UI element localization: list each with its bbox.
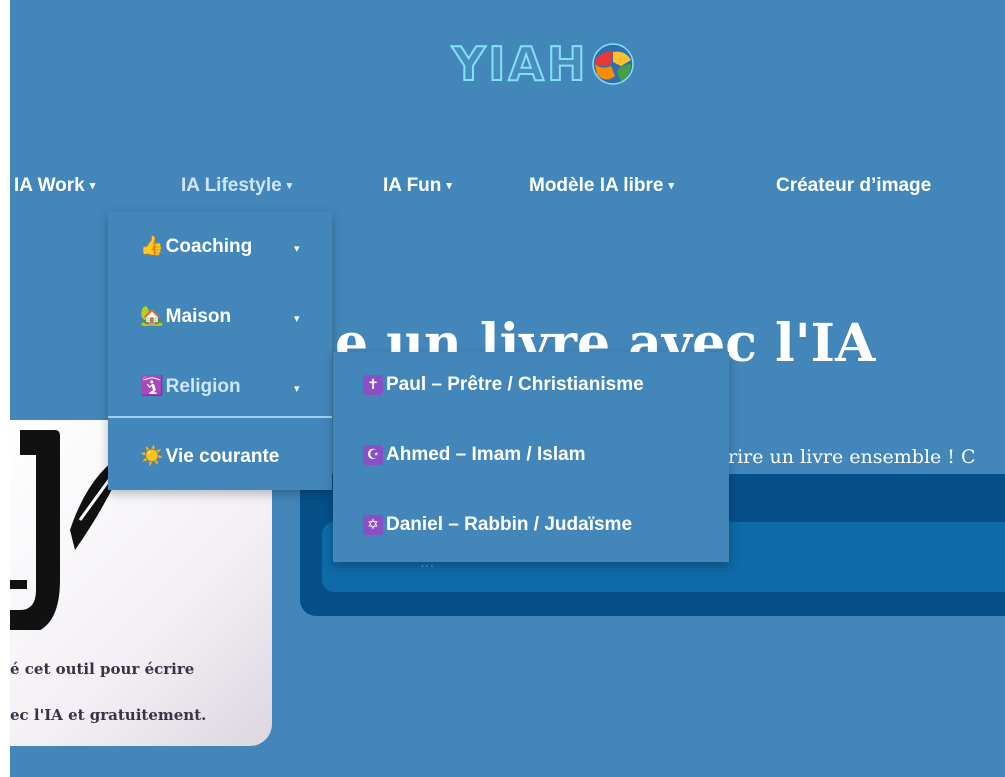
menu-label: Maison <box>165 306 232 327</box>
menu-item-coaching[interactable]: 👍 Coaching <box>140 234 252 258</box>
latin-cross-icon: ✝ <box>363 375 383 395</box>
nav-ia-fun[interactable]: IA Fun ▾ <box>383 175 452 197</box>
menu-label: Vie courante <box>165 446 280 467</box>
chevron-down-icon[interactable]: ▾ <box>294 312 300 325</box>
card-text-line1: é cet outil pour écrire <box>10 660 195 678</box>
card-text-line2: ec l'IA et gratuitement. <box>10 706 207 724</box>
submenu-item-paul[interactable]: ✝ Paul – Prêtre / Christianisme <box>363 374 644 396</box>
place-of-worship-icon: 🛐 <box>140 376 164 397</box>
menu-label: Coaching <box>165 236 253 257</box>
chevron-down-icon[interactable]: ▾ <box>294 382 300 395</box>
nav-modele-ia-libre[interactable]: Modèle IA libre ▾ <box>529 175 674 197</box>
sun-icon: ☀️ <box>140 446 164 467</box>
house-icon: 🏡 <box>140 306 164 327</box>
globe-puzzle-icon <box>591 43 634 85</box>
logo-text: YIAH <box>451 37 589 91</box>
nav-ia-lifestyle[interactable]: IA Lifestyle ▾ <box>181 175 292 197</box>
nav-label: Modèle IA libre <box>529 175 664 196</box>
nav-createur-image[interactable]: Créateur d’image <box>776 175 931 197</box>
submenu-item-daniel[interactable]: ✡ Daniel – Rabbin / Judaïsme <box>363 514 632 536</box>
hero-subtitle: rire un livre ensemble ! C <box>728 446 976 468</box>
menu-item-religion[interactable]: 🛐 Religion <box>140 374 241 398</box>
religion-submenu: ✝ Paul – Prêtre / Christianisme ☪ Ahmed – … <box>333 352 729 562</box>
active-indicator <box>108 416 332 418</box>
menu-item-maison[interactable]: 🏡 Maison <box>140 304 231 328</box>
thumbs-up-icon: 👍 <box>140 236 164 257</box>
menu-label: Religion <box>165 376 241 397</box>
chevron-down-icon: ▾ <box>446 180 452 192</box>
submenu-label: Paul – Prêtre / Christianisme <box>386 374 644 395</box>
submenu-label: Ahmed – Imam / Islam <box>386 444 586 465</box>
submenu-label: Daniel – Rabbin / Judaïsme <box>386 514 633 535</box>
chevron-down-icon: ▾ <box>89 180 96 192</box>
nav-label: IA Work <box>14 175 85 196</box>
left-edge <box>0 0 10 777</box>
site-logo[interactable]: YIAH <box>451 34 635 94</box>
nav-label: IA Lifestyle <box>181 175 282 196</box>
chevron-down-icon: ▾ <box>668 180 674 192</box>
submenu-item-ahmed[interactable]: ☪ Ahmed – Imam / Islam <box>363 444 586 466</box>
menu-item-vie-courante[interactable]: ☀️ Vie courante <box>140 444 279 468</box>
chevron-down-icon[interactable]: ▾ <box>294 242 300 255</box>
nav-ia-work[interactable]: IA Work ▾ <box>14 175 95 197</box>
star-and-crescent-icon: ☪ <box>363 445 383 465</box>
nav-label: IA Fun <box>383 175 442 196</box>
star-of-david-icon: ✡ <box>363 515 383 535</box>
chevron-down-icon: ▾ <box>286 180 293 192</box>
nav-label: Créateur d’image <box>776 175 932 196</box>
lifestyle-dropdown: 👍 Coaching ▾ 🏡 Maison ▾ 🛐 Religion ▾ ☀️ Vie … <box>108 212 332 490</box>
